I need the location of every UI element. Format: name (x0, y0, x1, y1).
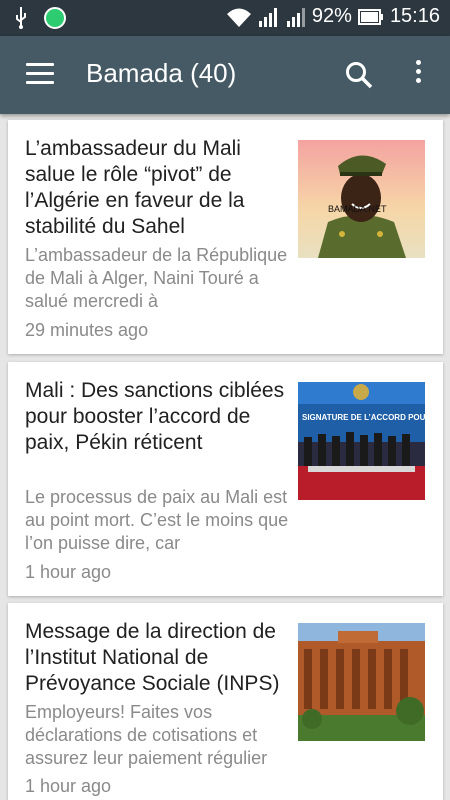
article-title[interactable]: Mali : Des sanctions ciblées pour booste… (25, 378, 290, 456)
article-snippet: Employeurs! Faites vos déclarations de c… (25, 702, 268, 768)
signal-icon (258, 7, 277, 27)
article-title[interactable]: Message de la direction de l’Institut Na… (25, 619, 290, 697)
article-thumbnail[interactable]: BAMADA.NET (298, 140, 425, 258)
article-time: 1 hour ago (25, 776, 112, 796)
page-title: Bamada (40) (86, 58, 237, 88)
article-card[interactable]: L’ambassadeur du Mali salue le rôle “piv… (8, 120, 443, 354)
article-time: 29 minutes ago (25, 320, 149, 340)
thumbnail-banner: SIGNATURE DE L’ACCORD POUR LA PAIX (302, 413, 425, 422)
wifi-icon (226, 8, 251, 27)
article-card[interactable]: Message de la direction de l’Institut Na… (8, 603, 443, 800)
app-notification-icon (44, 7, 66, 29)
usb-icon (16, 7, 26, 29)
more-vert-icon[interactable] (408, 60, 428, 90)
clock: 15:16 (389, 5, 440, 27)
menu-icon[interactable] (26, 63, 54, 85)
thumbnail-image (298, 623, 425, 741)
article-title[interactable]: L’ambassadeur du Mali salue le rôle “piv… (25, 136, 290, 240)
battery-percent: 92% (311, 5, 352, 27)
article-thumbnail[interactable] (298, 623, 425, 741)
status-bar: 92% 15:16 (0, 0, 450, 36)
article-card[interactable]: Mali : Des sanctions ciblées pour booste… (8, 362, 443, 596)
article-snippet: Le processus de paix au Mali est au poin… (25, 487, 289, 553)
article-snippet: L’ambassadeur de la République de Mali à… (25, 245, 288, 311)
search-icon[interactable] (344, 60, 374, 90)
app-bar: Bamada (40) (0, 36, 450, 114)
thumbnail-image: SIGNATURE DE L’ACCORD POUR LA PAIX (298, 382, 425, 500)
thumbnail-watermark: BAMADA.NET (328, 204, 387, 214)
signal-icon-2 (286, 7, 305, 27)
battery-icon (357, 8, 383, 25)
article-thumbnail[interactable]: SIGNATURE DE L’ACCORD POUR LA PAIX (298, 382, 425, 500)
thumbnail-image: BAMADA.NET (298, 140, 425, 258)
article-time: 1 hour ago (25, 562, 112, 582)
